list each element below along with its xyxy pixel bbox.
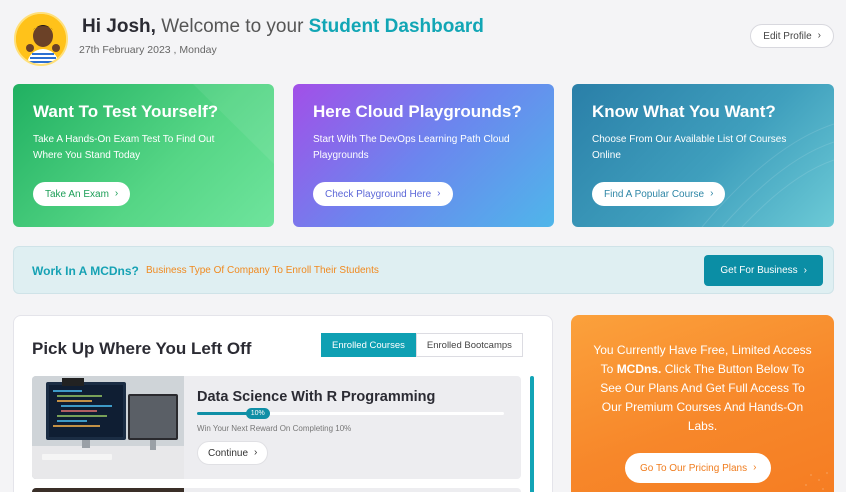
- chevron-right-icon: ›: [710, 188, 714, 199]
- continue-button[interactable]: Continue ›: [197, 441, 269, 465]
- card-description: Take A Hands-On Exam Test To Find Out Wh…: [33, 134, 215, 161]
- cloud-playgrounds-card: Here Cloud Playgrounds? Start With The D…: [293, 84, 554, 227]
- current-date: 27th February 2023 , Monday: [79, 44, 217, 56]
- tab-enrolled-courses[interactable]: Enrolled Courses: [321, 333, 416, 357]
- greeting-name: Hi Josh,: [82, 16, 156, 37]
- course-card[interactable]: [32, 488, 521, 492]
- course-thumbnail: [32, 376, 184, 479]
- course-tabs: Enrolled Courses Enrolled Bootcamps: [321, 333, 523, 357]
- panel-title: Pick Up Where You Left Off: [32, 339, 252, 358]
- chevron-right-icon: ›: [254, 447, 258, 458]
- get-for-business-label: Get For Business: [720, 265, 798, 276]
- welcome-text: Welcome to your: [161, 16, 304, 37]
- pricing-plans-label: Go To Our Pricing Plans: [640, 462, 748, 474]
- card-title: Know What You Want?: [592, 102, 776, 121]
- course-card[interactable]: Data Science With R Programming 10% Win …: [32, 376, 521, 479]
- user-avatar-image: [16, 14, 66, 64]
- tab-enrolled-bootcamps[interactable]: Enrolled Bootcamps: [415, 333, 523, 357]
- chevron-right-icon: ›: [437, 188, 441, 199]
- card-description: Choose From Our Available List Of Course…: [592, 134, 787, 161]
- popular-course-card: Know What You Want? Choose From Our Avai…: [572, 84, 834, 227]
- business-banner-title: Work In A MCDns?: [32, 264, 139, 278]
- dashboard-header: Hi Josh, Welcome to your Student Dashboa…: [14, 12, 834, 68]
- course-thumbnail: [32, 488, 184, 492]
- reward-text: Win Your Next Reward On Completing 10%: [197, 424, 352, 433]
- business-banner-subtitle: Business Type Of Company To Enroll Their…: [146, 265, 379, 276]
- take-exam-button[interactable]: Take An Exam ›: [33, 182, 131, 206]
- dashboard-name: Student Dashboard: [308, 16, 484, 37]
- course-title: Data Science With R Programming: [197, 389, 436, 405]
- card-title: Here Cloud Playgrounds?: [313, 102, 522, 121]
- chevron-right-icon: ›: [753, 462, 757, 473]
- course-progress-bar: 10%: [197, 408, 504, 419]
- promo-brand: MCDns.: [616, 362, 662, 376]
- chevron-right-icon: ›: [114, 188, 119, 199]
- get-for-business-button[interactable]: Get For Business ›: [704, 255, 823, 286]
- continue-label: Continue: [208, 447, 249, 459]
- pricing-promo-card: You Currently Have Free, Limited Access …: [571, 315, 834, 492]
- find-course-button[interactable]: Find A Popular Course ›: [592, 182, 726, 206]
- edit-profile-button[interactable]: Edit Profile ›: [750, 24, 834, 48]
- test-yourself-card: Want To Test Yourself? Take A Hands-On E…: [13, 84, 274, 227]
- course-list-scrollbar[interactable]: [530, 376, 534, 492]
- check-playground-label: Check Playground Here: [325, 188, 432, 200]
- check-playground-button[interactable]: Check Playground Here ›: [313, 182, 453, 206]
- welcome-heading: Hi Josh, Welcome to your Student Dashboa…: [82, 16, 484, 38]
- find-course-label: Find A Popular Course: [604, 188, 705, 200]
- pricing-plans-button[interactable]: Go To Our Pricing Plans ›: [625, 453, 772, 483]
- take-exam-label: Take An Exam: [45, 188, 109, 200]
- business-banner: Work In A MCDns? Business Type Of Compan…: [13, 246, 834, 294]
- card-description: Start With The DevOps Learning Path Clou…: [313, 134, 510, 161]
- computer-monitor-image: [32, 376, 184, 479]
- avatar[interactable]: [14, 12, 68, 66]
- card-title: Want To Test Yourself?: [33, 102, 219, 121]
- chevron-right-icon: ›: [803, 264, 807, 276]
- continue-learning-panel: Pick Up Where You Left Off Enrolled Cour…: [13, 315, 553, 492]
- progress-badge: 10%: [245, 408, 270, 419]
- chevron-right-icon: ›: [817, 30, 821, 41]
- edit-profile-label: Edit Profile: [763, 30, 812, 42]
- promo-text: You Currently Have Free, Limited Access …: [589, 341, 816, 436]
